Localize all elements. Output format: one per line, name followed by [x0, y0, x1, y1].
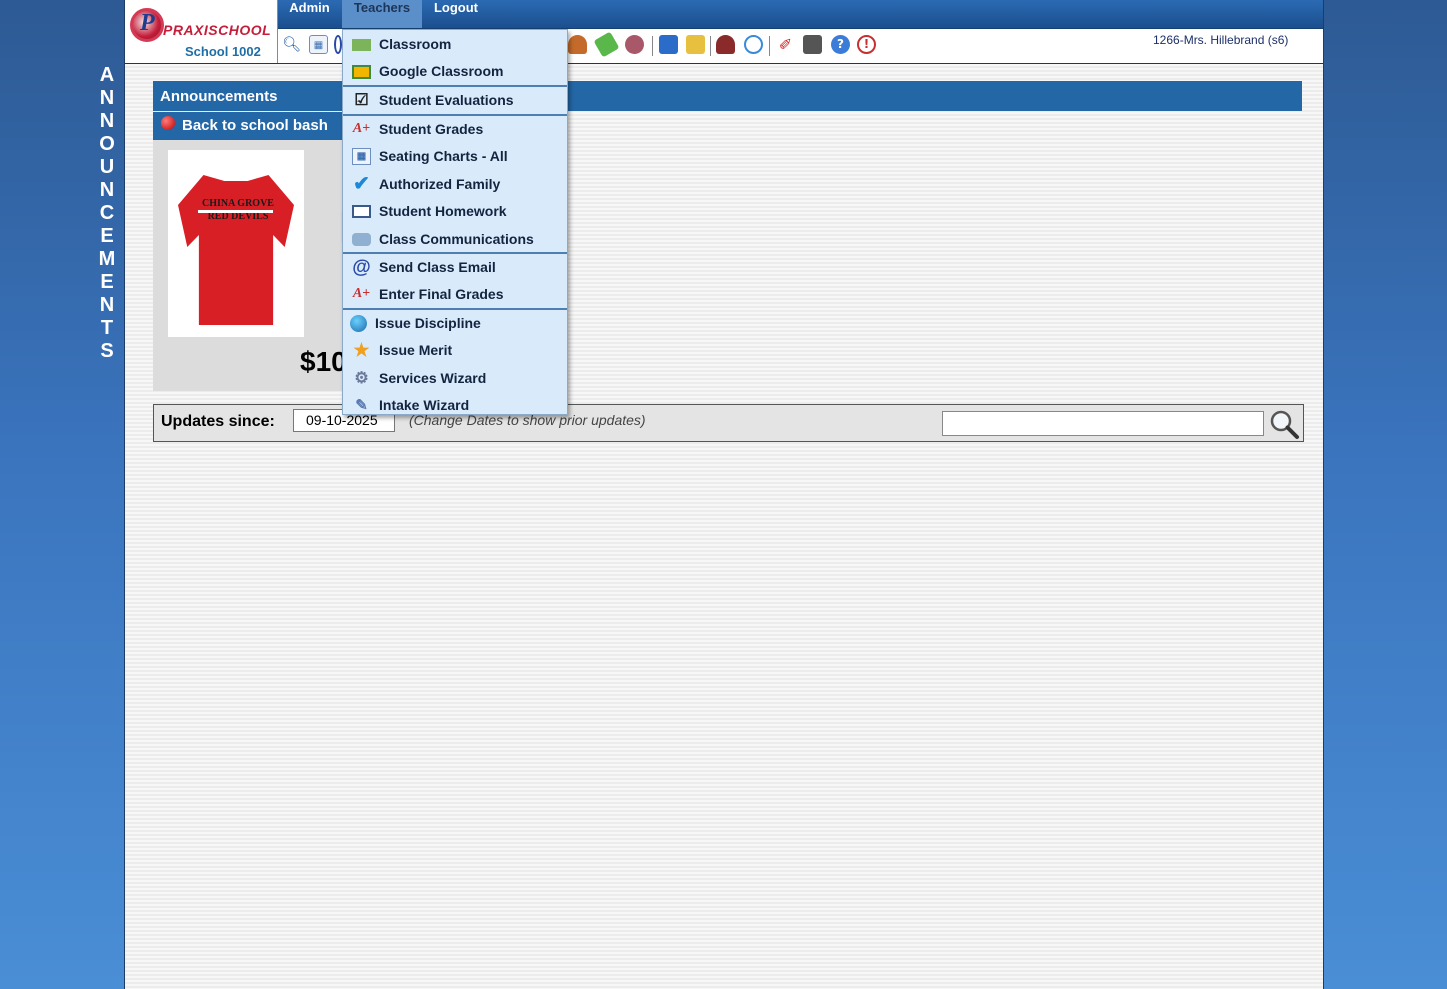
- announcements-title: Announcements: [160, 88, 278, 105]
- menu-item-label: Send Class Email: [379, 259, 496, 275]
- logo-text: PRAXISCHOOL: [163, 22, 272, 38]
- teacher-icon[interactable]: [568, 35, 587, 54]
- menu-item-student-grades[interactable]: A+ Student Grades: [343, 116, 567, 143]
- export-icon[interactable]: [686, 35, 705, 54]
- top-menu-bar: Admin Teachers Logout: [278, 0, 1323, 29]
- menu-item-label: Student Homework: [379, 203, 507, 219]
- checkmark-icon: ✔: [353, 173, 370, 195]
- menu-item-label: Google Classroom: [379, 63, 504, 79]
- menu-item-class-communications[interactable]: Class Communications: [343, 226, 567, 253]
- teachers-dropdown-menu: Classroom Google Classroom ☑ Student Eva…: [342, 29, 568, 415]
- discipline-icon: [350, 315, 367, 332]
- side-letter: T: [100, 317, 114, 339]
- pdf-icon[interactable]: ✐: [776, 35, 795, 54]
- toolbar-divider: [652, 36, 653, 56]
- menu-item-label: Authorized Family: [379, 176, 501, 192]
- side-letter: N: [99, 87, 115, 109]
- cash-register-icon[interactable]: [803, 35, 822, 54]
- logo[interactable]: PRAXISCHOOL School 1002: [125, 0, 278, 63]
- services-icon: ⚙: [354, 370, 369, 387]
- updates-since-label: Updates since:: [161, 413, 275, 430]
- menu-item-label: Seating Charts - All: [379, 148, 508, 164]
- logo-icon: [130, 8, 164, 42]
- search-icon[interactable]: 🔍︎: [282, 35, 301, 54]
- side-letter: M: [98, 248, 116, 270]
- menu-item-google-classroom[interactable]: Google Classroom: [343, 58, 567, 85]
- side-letter: O: [99, 133, 115, 155]
- book-icon: [352, 205, 371, 218]
- price-label: $10: [300, 346, 347, 377]
- main-page: PRAXISCHOOL School 1002 Admin Teachers L…: [124, 0, 1324, 989]
- calendar-grid-icon[interactable]: ▦: [309, 35, 328, 54]
- side-letter: C: [99, 202, 115, 224]
- phone-icon: [352, 233, 371, 246]
- person-icon[interactable]: [716, 35, 735, 54]
- menu-item-intake-wizard[interactable]: ✎ Intake Wizard: [343, 392, 567, 419]
- menu-item-student-evaluations[interactable]: ☑ Student Evaluations: [343, 87, 567, 114]
- menu-item-label: Student Evaluations: [379, 92, 514, 108]
- menu-item-student-homework[interactable]: Student Homework: [343, 198, 567, 225]
- menu-item-label: Services Wizard: [379, 370, 487, 386]
- menu-item-label: Intake Wizard: [379, 397, 470, 413]
- email-icon[interactable]: [334, 35, 342, 54]
- side-letter: N: [99, 179, 115, 201]
- side-letter: E: [100, 271, 114, 293]
- menu-item-label: Issue Discipline: [375, 315, 481, 331]
- people-icon[interactable]: [625, 35, 644, 54]
- menu-item-authorized-family[interactable]: ✔ Authorized Family: [343, 171, 567, 198]
- alarm-clock-icon[interactable]: [744, 35, 763, 54]
- pushpin-icon: [161, 116, 175, 130]
- menu-teachers[interactable]: Teachers: [342, 0, 422, 28]
- medal-icon: ★: [353, 340, 370, 360]
- grade-a-plus-icon: A+: [352, 121, 371, 136]
- help-icon[interactable]: ?: [831, 35, 850, 54]
- menu-item-services-wizard[interactable]: ⚙ Services Wizard: [343, 365, 567, 392]
- classroom-icon: [352, 39, 371, 51]
- toolbar-divider: [769, 36, 770, 56]
- book-icon[interactable]: [659, 35, 678, 54]
- side-letter: N: [99, 110, 115, 132]
- side-letter: A: [99, 64, 115, 86]
- menu-admin[interactable]: Admin: [278, 0, 341, 28]
- menu-item-label: Classroom: [379, 36, 452, 52]
- side-letter: U: [99, 156, 115, 178]
- menu-logout[interactable]: Logout: [423, 0, 489, 28]
- current-user[interactable]: 1266-Mrs. Hillebrand (s6): [1153, 33, 1288, 47]
- tshirt-stripe: [198, 210, 273, 213]
- toolbar-divider: [710, 36, 711, 56]
- announcements-vertical-label: A N N O U N C E M E N T S: [96, 64, 118, 363]
- announcements-header: [153, 81, 1302, 111]
- menu-item-enter-final-grades[interactable]: A+ Enter Final Grades: [343, 281, 567, 308]
- menu-item-classroom[interactable]: Classroom: [343, 31, 567, 58]
- menu-item-label: Issue Merit: [379, 342, 453, 358]
- checkbox-icon: ☑: [354, 92, 369, 109]
- tshirt-image: CHINA GROVE RED DEVILS: [168, 150, 304, 337]
- google-classroom-icon: [352, 65, 371, 79]
- menu-item-issue-discipline[interactable]: Issue Discipline: [343, 310, 567, 337]
- search-input[interactable]: [942, 411, 1264, 436]
- menu-item-label: Class Communications: [379, 231, 534, 247]
- intake-icon: ✎: [355, 397, 368, 414]
- side-letter: E: [100, 225, 114, 247]
- power-icon[interactable]: !: [857, 35, 876, 54]
- menu-item-label: Enter Final Grades: [379, 286, 504, 302]
- menu-item-send-class-email[interactable]: @ Send Class Email: [343, 254, 567, 281]
- menu-item-seating-charts[interactable]: ▦ Seating Charts - All: [343, 143, 567, 170]
- announcement-item-title[interactable]: Back to school bash: [182, 117, 328, 134]
- seating-chart-icon: ▦: [352, 148, 371, 165]
- menu-item-label: Student Grades: [379, 121, 484, 137]
- money-icon[interactable]: [593, 31, 620, 58]
- school-name: School 1002: [185, 44, 261, 59]
- grade-a-plus-icon: A+: [352, 286, 371, 301]
- search-icon[interactable]: [1268, 408, 1300, 440]
- side-letter: N: [99, 294, 115, 316]
- header: PRAXISCHOOL School 1002 Admin Teachers L…: [125, 0, 1323, 64]
- menu-item-issue-merit[interactable]: ★ Issue Merit: [343, 337, 567, 364]
- at-sign-icon: @: [352, 257, 371, 278]
- side-letter: S: [100, 340, 114, 362]
